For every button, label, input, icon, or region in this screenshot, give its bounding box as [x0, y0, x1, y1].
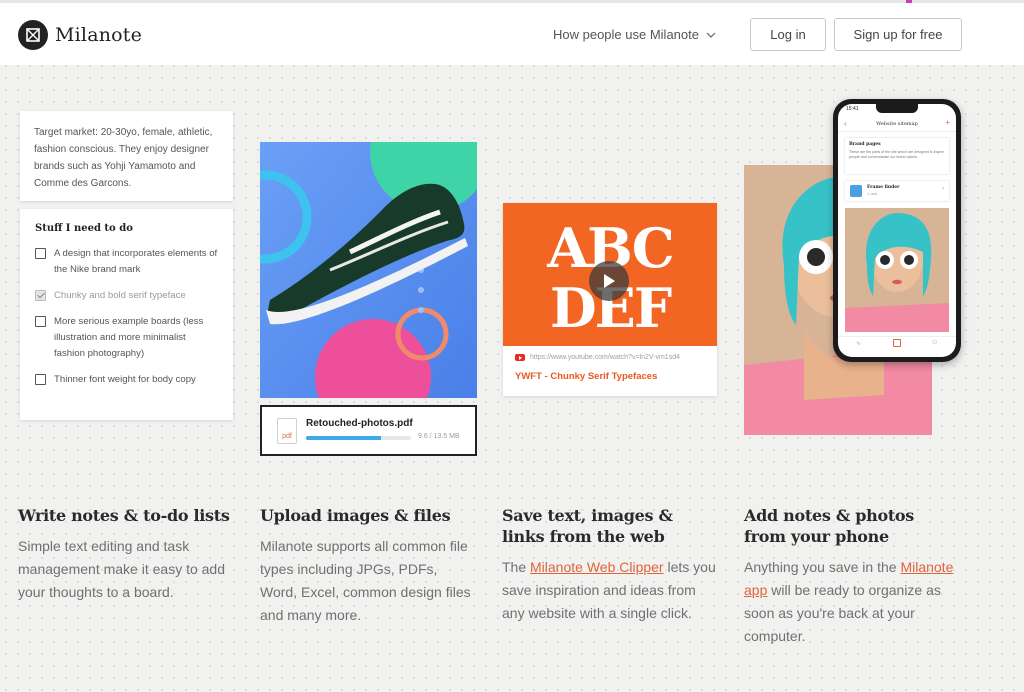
milanote-logo[interactable]: Milanote — [18, 20, 142, 50]
todo-item: Chunky and bold serif typeface — [35, 288, 218, 304]
logo-text: Milanote — [55, 24, 143, 46]
todo-item-label: More serious example boards (less illust… — [54, 316, 204, 359]
todo-card: Stuff I need to do A design that incorpo… — [20, 209, 233, 420]
feature-body-post: will be ready to organize as soon as you… — [744, 582, 941, 644]
board-icon — [850, 185, 862, 197]
feature-title: Add notes & photos from your phone — [744, 506, 914, 546]
phone-time: 15:41 — [846, 106, 859, 112]
video-title[interactable]: YWFT - Chunky Serif Typefaces — [515, 371, 657, 382]
todo-item: A design that incorporates elements of t… — [35, 246, 218, 278]
upload-progress-fill — [306, 436, 381, 440]
phone-board-item[interactable]: Frame finder 1 card › — [845, 181, 949, 201]
feature-mobile: Add notes & photos from your phone Anyth… — [744, 505, 959, 648]
video-url[interactable]: https://www.youtube.com/watch?v=ln2V-vm1… — [515, 354, 680, 361]
file-size: 9.6 / 13.5 MB — [418, 433, 460, 440]
phone-section-text: These are the parts of the site which ar… — [849, 150, 945, 159]
feature-title: Write notes & to-do lists — [18, 506, 230, 525]
chevron-right-icon: › — [942, 186, 944, 192]
checkbox[interactable] — [35, 374, 46, 385]
checkbox[interactable] — [35, 316, 46, 327]
feature-uploads: Upload images & files Milanote supports … — [260, 505, 475, 627]
feature-web-clipper: Save text, images & links from the web T… — [502, 505, 717, 625]
todo-item: Thinner font weight for body copy — [35, 372, 218, 388]
feature-body-pre: The — [502, 559, 531, 575]
play-icon[interactable] — [589, 261, 629, 301]
feature-body: Anything you save in the Milanote app wi… — [744, 556, 959, 648]
signup-button[interactable]: Sign up for free — [834, 18, 962, 51]
feature-title: Upload images & files — [260, 506, 451, 525]
upload-progress-bar — [306, 436, 411, 440]
chevron-down-icon — [706, 32, 716, 38]
youtube-icon — [515, 354, 525, 361]
web-clipper-link[interactable]: Milanote Web Clipper — [530, 559, 664, 575]
phone-section-title: Brand pages — [849, 142, 881, 147]
feature-body: Simple text editing and task management … — [18, 538, 226, 600]
note-text: Target market: 20-30yo, female, athletic… — [34, 127, 213, 189]
phone-mockup: 15:41 ‹ Website sitemap + Brand pages Th… — [833, 99, 961, 362]
todo-item-label: A design that incorporates elements of t… — [54, 248, 218, 275]
how-people-use-dropdown[interactable]: How people use Milanote — [553, 27, 716, 42]
phone-item-title: Frame finder — [867, 185, 900, 190]
sneaker-image — [260, 142, 477, 398]
checkbox[interactable] — [35, 248, 46, 259]
login-button[interactable]: Log in — [750, 18, 826, 51]
feature-body: The Milanote Web Clipper lets you save i… — [502, 556, 717, 625]
feature-body-pre: Anything you save in the — [744, 559, 901, 575]
feature-notes: Write notes & to-do lists Simple text ed… — [18, 505, 233, 604]
phone-item-sub: 1 card — [867, 192, 877, 196]
site-header: Milanote How people use Milanote Log in … — [0, 3, 1024, 65]
phone-note-card: Brand pages These are the parts of the s… — [845, 138, 949, 174]
todo-item: More serious example boards (less illust… — [35, 314, 218, 362]
phone-screen-title: Website sitemap — [876, 121, 918, 127]
file-attachment[interactable]: pdf Retouched-photos.pdf 9.6 / 13.5 MB — [260, 405, 477, 456]
board-tab-icon[interactable] — [893, 339, 901, 347]
profile-icon[interactable]: ⚇ — [932, 339, 937, 346]
feature-title: Save text, images & links from the web — [502, 506, 673, 546]
phone-photo — [845, 208, 949, 332]
activity-icon[interactable]: ∿ — [856, 340, 861, 347]
phone-screen: 15:41 ‹ Website sitemap + Brand pages Th… — [838, 104, 956, 357]
milanote-logo-icon — [18, 20, 48, 50]
feature-body: Milanote supports all common file types … — [260, 538, 471, 623]
todo-item-label: Thinner font weight for body copy — [54, 374, 196, 385]
phone-notch — [876, 104, 918, 113]
video-thumbnail: ABC DEF — [503, 203, 717, 346]
plus-icon[interactable]: + — [945, 118, 950, 127]
todo-item-label: Chunky and bold serif typeface — [54, 290, 186, 301]
phone-topbar: ‹ Website sitemap + — [838, 118, 956, 132]
phone-tabbar: ∿ ⚇ — [838, 336, 956, 350]
nav-link-label: How people use Milanote — [553, 27, 699, 42]
video-url-text: https://www.youtube.com/watch?v=ln2V-vm1… — [530, 354, 680, 361]
note-card: Target market: 20-30yo, female, athletic… — [20, 111, 233, 201]
file-name: Retouched-photos.pdf — [306, 418, 413, 429]
pdf-file-icon: pdf — [277, 418, 297, 444]
web-clip-card[interactable]: ABC DEF https://www.youtube.com/watch?v=… — [503, 203, 717, 396]
checkbox-checked[interactable] — [35, 290, 46, 301]
todo-title: Stuff I need to do — [35, 223, 133, 234]
